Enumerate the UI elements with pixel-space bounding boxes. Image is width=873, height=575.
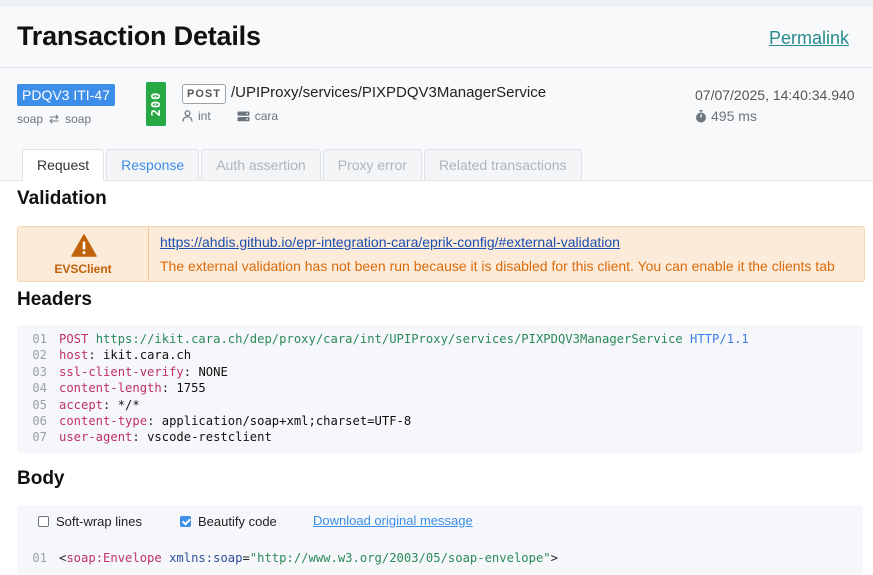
body-panel: Soft-wrap lines Beautify code Download o… bbox=[17, 505, 863, 575]
headers-heading: Headers bbox=[17, 289, 92, 310]
status-code: 200 bbox=[149, 91, 163, 117]
beautify-checkbox[interactable] bbox=[180, 516, 191, 527]
protocol-out: soap bbox=[65, 112, 92, 126]
protocol-info: soap ⇄ soap bbox=[17, 112, 91, 126]
profile-badge: PDQV3 ITI-47 bbox=[17, 84, 115, 106]
beautify-label: Beautify code bbox=[198, 514, 277, 529]
validation-source-label: EVSClient bbox=[54, 262, 112, 276]
code-line: 05 accept: */* bbox=[17, 397, 863, 413]
exchange-arrows-icon: ⇄ bbox=[49, 112, 60, 126]
line-number: 07 bbox=[32, 430, 47, 445]
validation-message: The external validation has not been run… bbox=[160, 258, 835, 274]
transaction-duration: 495 ms bbox=[695, 108, 757, 124]
server-name: cara bbox=[254, 109, 279, 123]
stopwatch-icon bbox=[696, 109, 706, 122]
validation-heading: Validation bbox=[17, 188, 107, 209]
protocol-in: soap bbox=[17, 112, 44, 126]
validation-doc-link[interactable]: https://ahdis.github.io/epr-integration-… bbox=[160, 234, 620, 250]
line-number: 06 bbox=[32, 413, 47, 428]
top-strip bbox=[0, 0, 873, 7]
header-value: application/soap+xml;charset=UTF-8 bbox=[161, 413, 412, 428]
validation-alert: EVSClient https://ahdis.github.io/epr-in… bbox=[17, 226, 865, 282]
detail-tabs: Request Response Auth assertion Proxy er… bbox=[22, 149, 582, 181]
warning-icon bbox=[71, 234, 97, 257]
header-key: ssl-client-verify bbox=[59, 364, 184, 379]
user-icon bbox=[182, 110, 193, 122]
header-value: NONE bbox=[198, 364, 228, 379]
permalink-link[interactable]: Permalink bbox=[769, 28, 849, 49]
header-key: content-type bbox=[59, 413, 148, 428]
tab-related-transactions[interactable]: Related transactions bbox=[423, 149, 582, 180]
line-number: 03 bbox=[32, 364, 47, 379]
header-key: content-length bbox=[59, 381, 162, 396]
user-name: int bbox=[198, 109, 211, 123]
xml-tag: soap:Envelope bbox=[66, 551, 162, 565]
transaction-datetime: 07/07/2025, 14:40:34.940 bbox=[695, 87, 855, 103]
tab-auth-assertion[interactable]: Auth assertion bbox=[201, 149, 321, 180]
soft-wrap-checkbox[interactable] bbox=[38, 516, 49, 527]
tab-response[interactable]: Response bbox=[106, 149, 200, 180]
request-meta: int cara bbox=[182, 109, 278, 123]
header-value: vscode-restclient bbox=[147, 430, 272, 445]
code-line: 06 content-type: application/soap+xml;cha… bbox=[17, 413, 863, 429]
line-number: 02 bbox=[32, 348, 47, 363]
soft-wrap-option[interactable]: Soft-wrap lines bbox=[38, 514, 142, 529]
request-method: POST bbox=[59, 332, 89, 346]
request-url: https://ikit.cara.ch/dep/proxy/cara/int/… bbox=[95, 332, 683, 346]
line-number: 01 bbox=[32, 551, 47, 565]
request-path: /UPIProxy/services/PIXPDQV3ManagerServic… bbox=[231, 84, 547, 101]
line-number: 05 bbox=[32, 397, 47, 412]
download-original-link[interactable]: Download original message bbox=[313, 513, 473, 528]
header-value: 1755 bbox=[176, 381, 206, 396]
page-title: Transaction Details bbox=[17, 21, 261, 51]
header-value: */* bbox=[117, 397, 140, 412]
code-line: 03 ssl-client-verify: NONE bbox=[17, 364, 863, 380]
request-protocol: HTTP/1.1 bbox=[690, 332, 749, 346]
validation-source: EVSClient bbox=[18, 227, 149, 281]
code-line: 04 content-length: 1755 bbox=[17, 380, 863, 396]
body-code-block: 01 <soap:Envelope xmlns:soap="http://www.… bbox=[17, 550, 863, 566]
header-value: ikit.cara.ch bbox=[103, 348, 192, 363]
tab-proxy-error[interactable]: Proxy error bbox=[322, 149, 422, 180]
beautify-option[interactable]: Beautify code bbox=[180, 514, 277, 529]
server-icon bbox=[237, 111, 250, 121]
duration-value: 495 ms bbox=[711, 108, 757, 124]
line-number: 01 bbox=[32, 332, 47, 346]
status-badge: 200 bbox=[146, 82, 166, 126]
xml-attr: xmlns:soap bbox=[169, 551, 243, 565]
xml-attr-value: "http://www.w3.org/2003/05/soap-envelope… bbox=[249, 551, 551, 565]
headers-code-block: 01 POST https://ikit.cara.ch/dep/proxy/ca… bbox=[17, 325, 863, 453]
soft-wrap-label: Soft-wrap lines bbox=[56, 514, 142, 529]
tab-request[interactable]: Request bbox=[22, 149, 105, 181]
page-header: Transaction Details Permalink bbox=[0, 7, 873, 68]
code-line: 07 user-agent: vscode-restclient bbox=[17, 429, 863, 445]
http-method-badge: POST bbox=[182, 84, 226, 104]
body-heading: Body bbox=[17, 468, 65, 489]
code-line: 01 <soap:Envelope xmlns:soap="http://www.… bbox=[17, 550, 863, 566]
header-key: accept bbox=[59, 397, 104, 412]
header-key: user-agent bbox=[59, 430, 133, 445]
code-line: 01 POST https://ikit.cara.ch/dep/proxy/ca… bbox=[17, 331, 863, 347]
code-line: 02 host: ikit.cara.ch bbox=[17, 347, 863, 363]
header-key: host bbox=[59, 348, 89, 363]
line-number: 04 bbox=[32, 381, 47, 396]
